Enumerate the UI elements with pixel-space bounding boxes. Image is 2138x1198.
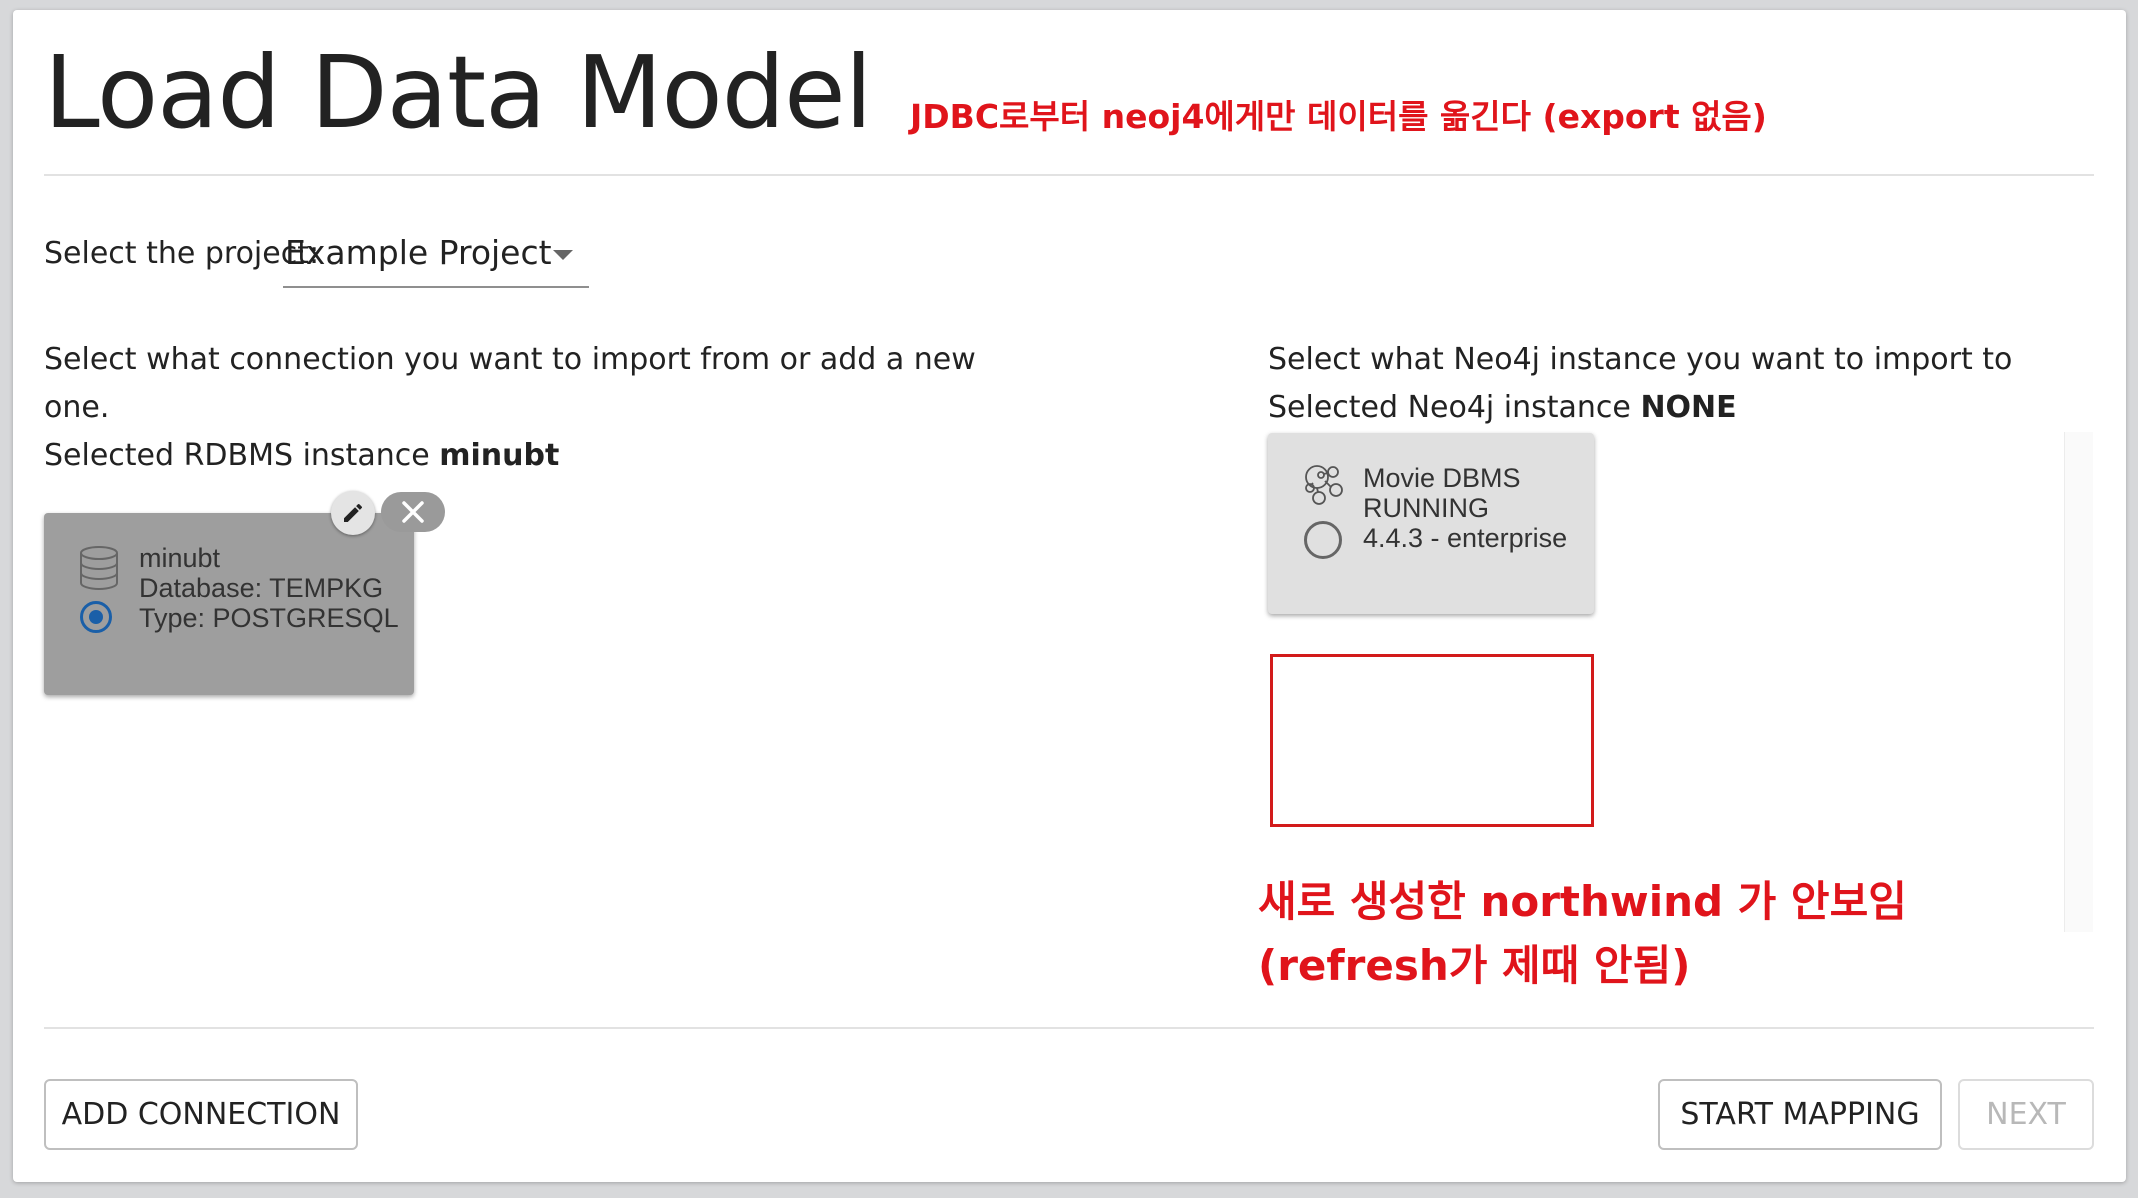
delete-connection-button[interactable] [381,492,445,532]
header-divider [44,174,2094,176]
neo4j-graph-icon [1305,465,1343,505]
pencil-icon [344,503,363,522]
add-connection-button[interactable]: ADD CONNECTION [44,1079,358,1150]
annotation-missing-line1: 새로 생성한 northwind 가 안보임 [1258,877,1907,926]
rdbms-card-database: Database: TEMPKG [139,573,384,603]
project-select[interactable]: Example Project [283,226,589,288]
neo4j-selected-value: NONE [1640,390,1737,425]
rdbms-card-type: Type: POSTGRESQL [139,603,399,633]
rdbms-selected-value: minubt [439,438,560,473]
close-icon [402,501,424,523]
neo4j-card-name: Movie DBMS [1363,463,1521,493]
rdbms-selected-label: Selected RDBMS instance [44,438,430,473]
edit-connection-button[interactable] [331,491,375,535]
page-title: Load Data Model [44,34,872,151]
neo4j-prompt: Select what Neo4j instance you want to i… [1268,342,2013,377]
chevron-down-icon [553,250,573,260]
rdbms-connection-card[interactable]: minubt Database: TEMPKG Type: POSTGRESQL [44,513,414,695]
rdbms-prompt-line2: one. [44,390,110,425]
neo4j-card-status: RUNNING [1363,493,1489,523]
rdbms-card-name: minubt [139,543,221,573]
neo4j-selected: Selected Neo4j instance NONE [1268,384,1737,432]
neo4j-list-scrollbar[interactable] [2064,432,2093,932]
rdbms-select-radio[interactable] [80,601,112,633]
footer-divider [44,1027,2094,1029]
annotation-top: JDBC로부터 neoj4에게만 데이터를 옮긴다 (export 없음) [910,97,1767,136]
database-icon [80,546,118,590]
next-button[interactable]: NEXT [1958,1079,2094,1150]
neo4j-instance-card[interactable]: Movie DBMS RUNNING 4.4.3 - enterprise [1268,433,1594,614]
rdbms-prompt-line1: Select what connection you want to impor… [44,342,976,377]
annotation-missing-line2: (refresh가 제때 안됨) [1258,941,1691,990]
neo4j-card-version: 4.4.3 - enterprise [1363,523,1568,553]
rdbms-selected: Selected RDBMS instance minubt [44,432,559,480]
missing-instance-highlight-box [1270,654,1594,827]
start-mapping-button[interactable]: START MAPPING [1658,1079,1942,1150]
project-select-value: Example Project [285,233,552,272]
project-select-label: Select the project: [44,236,320,271]
neo4j-selected-label: Selected Neo4j instance [1268,390,1631,425]
neo4j-select-radio[interactable] [1304,521,1342,559]
